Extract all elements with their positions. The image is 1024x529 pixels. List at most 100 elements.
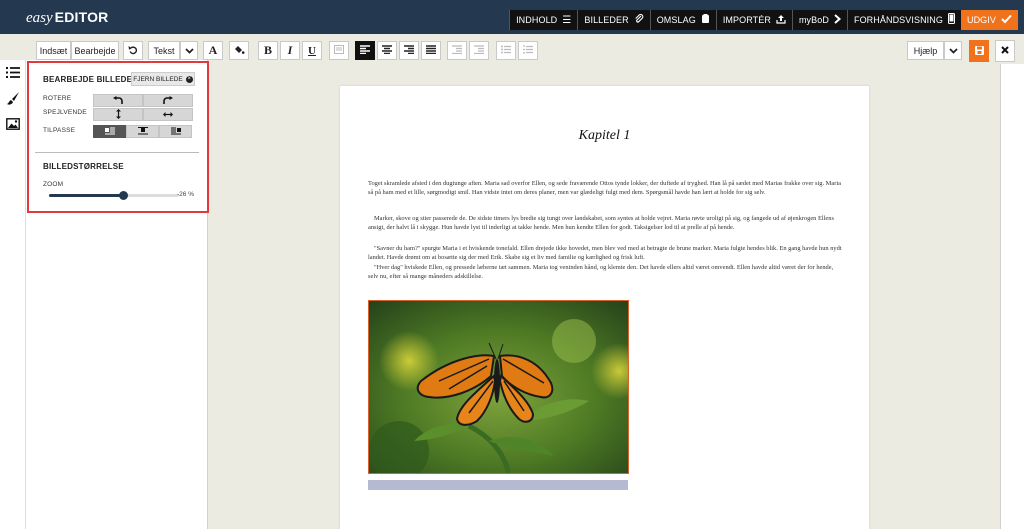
align-center-button[interactable] bbox=[377, 41, 397, 60]
justify-button[interactable] bbox=[421, 41, 441, 60]
save-icon bbox=[974, 45, 984, 57]
flip-vertical-icon bbox=[115, 108, 121, 121]
help-label: Hjælp bbox=[913, 45, 938, 56]
outdent-button[interactable] bbox=[447, 41, 467, 60]
top-bar: easy EDITOR INDHOLD ☰ BILLEDER OMSLAG IMP… bbox=[0, 0, 1024, 34]
fit-left-button[interactable] bbox=[93, 125, 126, 138]
rotate-right-button[interactable] bbox=[143, 94, 193, 107]
flip-horizontal-icon bbox=[163, 110, 173, 119]
zoom-value: -26 % bbox=[177, 191, 194, 198]
mirror-label: SPEJLVENDE bbox=[43, 109, 87, 116]
chapter-title[interactable]: Kapitel 1 bbox=[340, 128, 869, 144]
image-caption-field[interactable] bbox=[368, 480, 628, 490]
phone-icon bbox=[947, 13, 955, 27]
check-icon bbox=[1001, 14, 1012, 27]
highlight-button[interactable] bbox=[229, 41, 249, 60]
font-color-button[interactable]: A bbox=[203, 41, 223, 60]
numbered-list-button[interactable] bbox=[518, 41, 538, 60]
panel-divider bbox=[35, 152, 199, 153]
undo-button[interactable] bbox=[123, 41, 143, 60]
wrap-right-icon bbox=[170, 127, 181, 137]
edit-label: Bearbejde bbox=[74, 45, 116, 56]
butterfly-image[interactable] bbox=[368, 300, 629, 474]
text-box-icon bbox=[334, 45, 344, 56]
nav-mybod[interactable]: myBoD bbox=[791, 10, 847, 30]
bullet-list-button[interactable] bbox=[496, 41, 516, 60]
align-center-icon bbox=[382, 45, 392, 56]
paperclip-icon bbox=[634, 13, 644, 27]
document-page[interactable]: Kapitel 1 Toget skramlede afsted i den d… bbox=[340, 86, 869, 529]
nav-importer[interactable]: IMPORTÉR bbox=[715, 10, 792, 30]
zoom-slider-handle[interactable] bbox=[119, 191, 129, 200]
tab-images[interactable] bbox=[0, 112, 26, 138]
rotate-left-button[interactable] bbox=[93, 94, 143, 107]
edit-button[interactable]: Bearbejde bbox=[71, 41, 119, 60]
paragraph[interactable]: "Savner du ham?" spurgte Maria i et hvis… bbox=[368, 244, 843, 262]
flip-horizontal-button[interactable] bbox=[143, 108, 193, 121]
app-logo[interactable]: easy EDITOR bbox=[26, 9, 109, 27]
side-tabs bbox=[0, 60, 26, 529]
save-button[interactable] bbox=[969, 40, 989, 62]
main-nav: INDHOLD ☰ BILLEDER OMSLAG IMPORTÉR myBoD bbox=[509, 10, 1018, 30]
close-icon bbox=[1001, 46, 1009, 56]
chevron-down-icon bbox=[184, 46, 194, 56]
font-color-icon: A bbox=[208, 43, 218, 57]
indent-icon bbox=[474, 45, 484, 56]
image-size-title: BILLEDSTØRRELSE bbox=[43, 162, 124, 171]
nav-preview[interactable]: FORHÅNDSVISNING bbox=[846, 10, 961, 30]
nav-indhold[interactable]: INDHOLD ☰ bbox=[509, 10, 578, 30]
nav-indhold-label: INDHOLD bbox=[516, 15, 558, 25]
text-style-dropdown[interactable] bbox=[180, 41, 198, 60]
zoom-slider-fill bbox=[49, 194, 124, 197]
close-circle-icon: × bbox=[185, 75, 193, 83]
help-dropdown[interactable] bbox=[944, 41, 962, 60]
publish-button[interactable]: UDGIV bbox=[960, 10, 1018, 30]
underline-button[interactable]: U bbox=[302, 41, 322, 60]
paragraph[interactable]: Toget skramlede afsted i den dugtunge af… bbox=[368, 179, 843, 197]
upload-icon bbox=[776, 14, 786, 27]
close-button[interactable] bbox=[995, 40, 1015, 62]
numbered-list-icon bbox=[523, 45, 533, 56]
paragraph[interactable]: Marker, skove og stier passerede de. De … bbox=[368, 214, 843, 232]
text-box-button[interactable] bbox=[329, 41, 349, 60]
help-button[interactable]: Hjælp bbox=[907, 41, 944, 60]
zoom-label: ZOOM bbox=[43, 181, 64, 188]
zoom-slider[interactable] bbox=[49, 191, 179, 200]
wrap-center-icon bbox=[137, 126, 148, 137]
align-left-button[interactable] bbox=[355, 41, 375, 60]
bold-icon: B bbox=[263, 43, 272, 57]
align-right-icon bbox=[404, 45, 414, 56]
text-style-select[interactable]: Tekst bbox=[148, 41, 180, 60]
nav-billeder[interactable]: BILLEDER bbox=[577, 10, 650, 30]
bullet-list-icon bbox=[501, 45, 511, 56]
italic-button[interactable]: I bbox=[280, 41, 300, 60]
tab-styles[interactable] bbox=[0, 86, 26, 112]
justify-icon bbox=[426, 45, 436, 56]
wrap-left-icon bbox=[104, 127, 115, 137]
text-style-label: Tekst bbox=[153, 45, 175, 56]
fit-right-button[interactable] bbox=[159, 125, 192, 138]
nav-mybod-label: myBoD bbox=[798, 15, 829, 25]
indent-button[interactable] bbox=[469, 41, 489, 60]
insert-button[interactable]: Indsæt bbox=[36, 41, 71, 60]
nav-omslag[interactable]: OMSLAG bbox=[649, 10, 716, 30]
fit-center-button[interactable] bbox=[126, 125, 159, 138]
bold-button[interactable]: B bbox=[258, 41, 278, 60]
outdent-icon bbox=[452, 45, 462, 56]
nav-omslag-label: OMSLAG bbox=[656, 15, 696, 25]
list-icon: ☰ bbox=[562, 14, 572, 26]
chevron-right-icon bbox=[834, 13, 841, 27]
logo-prefix: easy bbox=[26, 10, 53, 26]
tab-structure[interactable] bbox=[0, 60, 26, 86]
align-right-button[interactable] bbox=[399, 41, 419, 60]
fit-label: TILPASSE bbox=[43, 127, 76, 134]
image-edit-panel: BEARBEJDE BILLEDE FJERN BILLEDE × ROTERE… bbox=[27, 61, 209, 213]
undo-icon bbox=[128, 45, 138, 57]
paragraph[interactable]: "Hver dag" hviskede Ellen, og pressede l… bbox=[368, 263, 843, 281]
nav-importer-label: IMPORTÉR bbox=[722, 15, 771, 25]
remove-image-button[interactable]: FJERN BILLEDE × bbox=[131, 72, 195, 86]
right-scroll-area[interactable] bbox=[1000, 64, 1024, 529]
flip-vertical-button[interactable] bbox=[93, 108, 143, 121]
rotate-right-icon bbox=[163, 95, 173, 106]
underline-icon: U bbox=[308, 44, 316, 57]
